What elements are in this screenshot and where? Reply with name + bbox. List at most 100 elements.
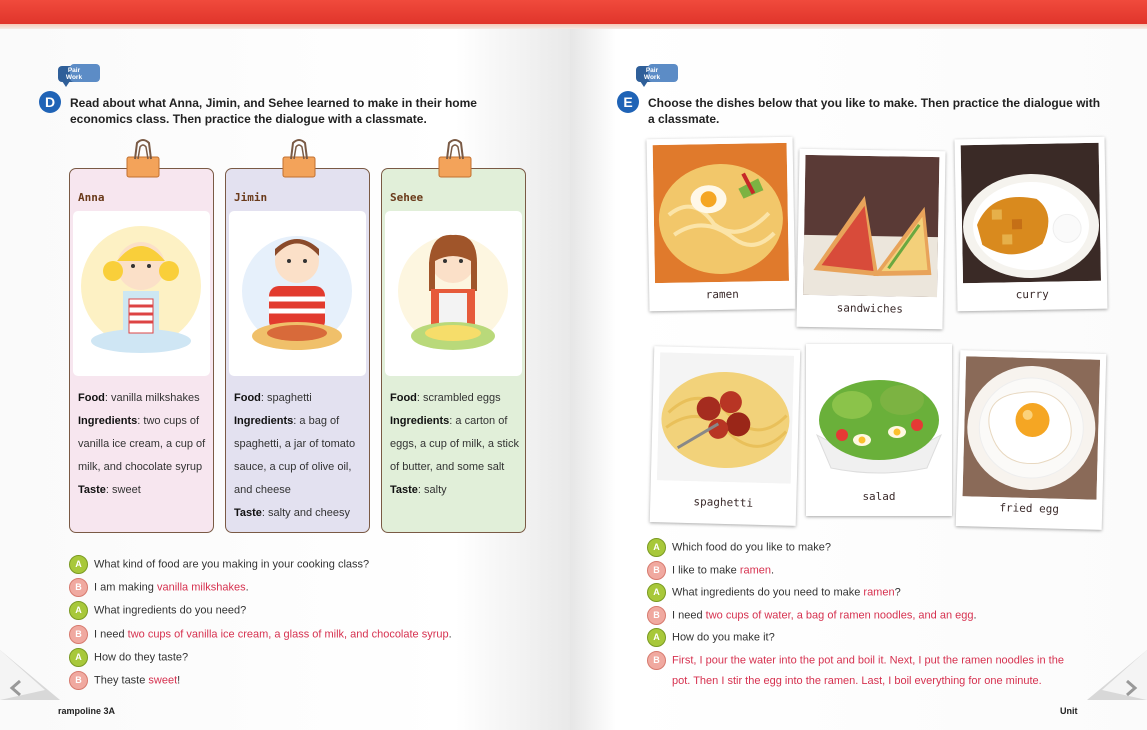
dialogue-highlight: two cups of vanilla ice cream, a glass o… — [127, 628, 449, 640]
food-label: Food — [78, 392, 105, 404]
photo-card: sandwiches — [796, 148, 946, 330]
recipe-info: Food: scrambled eggs Ingredients: a carto… — [390, 387, 524, 502]
ingredients-label: Ingredients — [390, 415, 450, 427]
photo-caption: ramen — [705, 287, 739, 302]
ingredients-value: : a bag of spaghetti, a jar of tomato sa… — [234, 415, 356, 496]
dialogue-line: pot. Then I stir the egg into the ramen.… — [647, 674, 1042, 688]
dialogue-text: ! — [177, 674, 181, 687]
dialogue-highlight: sweet — [148, 674, 178, 687]
activity-letter: D — [39, 91, 61, 113]
speaker-a-icon: A — [647, 538, 666, 557]
dialogue-line: A How do they taste? — [69, 647, 189, 667]
dialogue-text: I need — [94, 628, 128, 640]
character-name: Sehee — [390, 191, 424, 204]
dialogue-text: They taste — [94, 674, 149, 687]
character-illustration — [73, 211, 210, 376]
dialogue-line: A What kind of food are you making in you… — [69, 555, 369, 574]
dialogue-text: What ingredients do you need? — [94, 604, 247, 617]
photo-card: ramen — [646, 136, 796, 312]
food-label: Food — [234, 392, 261, 404]
character-illustration — [229, 211, 366, 376]
footer-unit: Unit — [1060, 706, 1078, 716]
dialogue-text: Which food do you like to make? — [672, 541, 831, 554]
curry-photo — [960, 142, 1102, 284]
character-name: Jimin — [234, 191, 268, 204]
top-banner — [0, 0, 1147, 29]
food-value: : vanilla milkshakes — [104, 392, 200, 404]
dialogue-line: B They taste sweet! — [69, 671, 180, 690]
ingredients-label: Ingredients — [78, 415, 138, 427]
prev-page-corner-icon[interactable] — [0, 640, 60, 700]
dialogue-line: A What ingredients do you need? — [69, 601, 247, 621]
dialogue-text: . — [448, 628, 452, 640]
recipe-info: Food: vanilla milkshakes Ingredients: two… — [78, 387, 212, 502]
speaker-b-icon: B — [69, 624, 88, 644]
binder-clip-icon — [437, 139, 473, 179]
speaker-a-icon: A — [69, 647, 88, 667]
dialogue-highlight: pot. Then I stir the egg into the ramen.… — [672, 674, 1042, 687]
food-value: : spaghetti — [260, 392, 312, 404]
instruction-text: Read about what Anna, Jimin, and Sehee l… — [70, 96, 477, 126]
dialogue-text: How do you make it? — [672, 631, 775, 644]
dialogue-line: B I like to make ramen. — [647, 560, 775, 580]
photo-card: curry — [954, 136, 1108, 312]
taste-label: Taste — [234, 507, 262, 519]
speaker-a-icon: A — [69, 555, 88, 574]
salad-photo — [812, 350, 946, 480]
character-illustration — [385, 211, 522, 376]
dialogue-text: . — [771, 564, 775, 576]
ramen-photo — [652, 142, 790, 284]
recipe-info: Food: spaghetti Ingredients: a bag of spa… — [234, 387, 368, 525]
spaghetti-photo — [656, 352, 795, 484]
taste-value: : sweet — [105, 484, 141, 496]
pair-work-icon: Pair Work — [58, 64, 100, 87]
dialogue-text: How do they taste? — [94, 651, 189, 664]
taste-value: : salty — [417, 484, 447, 496]
character-card-jimin: Jimin Food: spaghetti Ingredients: a bag o… — [225, 139, 370, 533]
speaker-a-icon: A — [69, 601, 88, 621]
photo-caption: sandwiches — [836, 301, 904, 316]
dialogue-highlight: vanilla milkshakes — [156, 581, 246, 594]
photo-card: fried egg — [955, 350, 1107, 530]
photo-caption: fried egg — [999, 501, 1060, 516]
dialogue-highlight: ramen — [739, 564, 772, 576]
dialogue-line: B I need two cups of water, a bag of rame… — [647, 605, 977, 625]
food-label: Food — [390, 392, 417, 404]
dialogue-text: What ingredients do you need to make — [672, 586, 864, 599]
speaker-b-icon: B — [647, 605, 666, 625]
speaker-a-icon: A — [647, 628, 666, 648]
fried-egg-photo — [962, 356, 1101, 500]
binder-clip-icon — [281, 139, 317, 179]
photo-card: spaghetti — [649, 346, 801, 526]
next-page-corner-icon[interactable] — [1087, 640, 1147, 700]
photo-caption: curry — [1015, 287, 1049, 302]
character-name: Anna — [78, 191, 105, 204]
taste-value: : salty and cheesy — [261, 507, 350, 519]
sandwiches-photo — [803, 154, 940, 298]
photo-caption: salad — [862, 490, 896, 503]
character-card-sehee: Sehee Food: scrambled eggs Ingredients: a … — [381, 139, 526, 533]
dialogue-text: What kind of food are you making in your… — [94, 558, 370, 571]
dialogue-line: B First, I pour the water into the pot an… — [647, 651, 1064, 670]
dialogue-line: A Which food do you like to make? — [647, 538, 831, 557]
pair-work-label: Pair Work — [65, 67, 83, 81]
dialogue-highlight: ramen — [863, 586, 895, 599]
ingredients-label: Ingredients — [234, 415, 294, 427]
dialogue-line: A What ingredients do you need to make ra… — [647, 583, 901, 603]
taste-label: Taste — [78, 484, 106, 496]
dialogue-line: B I need two cups of vanilla ice cream, a… — [69, 624, 452, 644]
speaker-b-icon: B — [647, 560, 666, 580]
pair-work-label: Pair Work — [643, 67, 661, 81]
dialogue-text: . — [245, 581, 249, 594]
dialogue-line: A How do you make it? — [647, 628, 775, 648]
photo-card: salad — [806, 344, 952, 516]
speaker-b-icon: B — [69, 671, 88, 690]
dialogue-text: . — [973, 609, 977, 622]
speaker-b-icon: B — [69, 578, 88, 598]
footer-book-title: rampoline 3A — [58, 706, 116, 716]
activity-letter: E — [617, 91, 639, 113]
dialogue-text: ? — [894, 586, 901, 599]
speaker-b-icon: B — [647, 651, 666, 670]
photo-caption: spaghetti — [693, 495, 754, 510]
dialogue-text: I like to make — [672, 564, 740, 576]
